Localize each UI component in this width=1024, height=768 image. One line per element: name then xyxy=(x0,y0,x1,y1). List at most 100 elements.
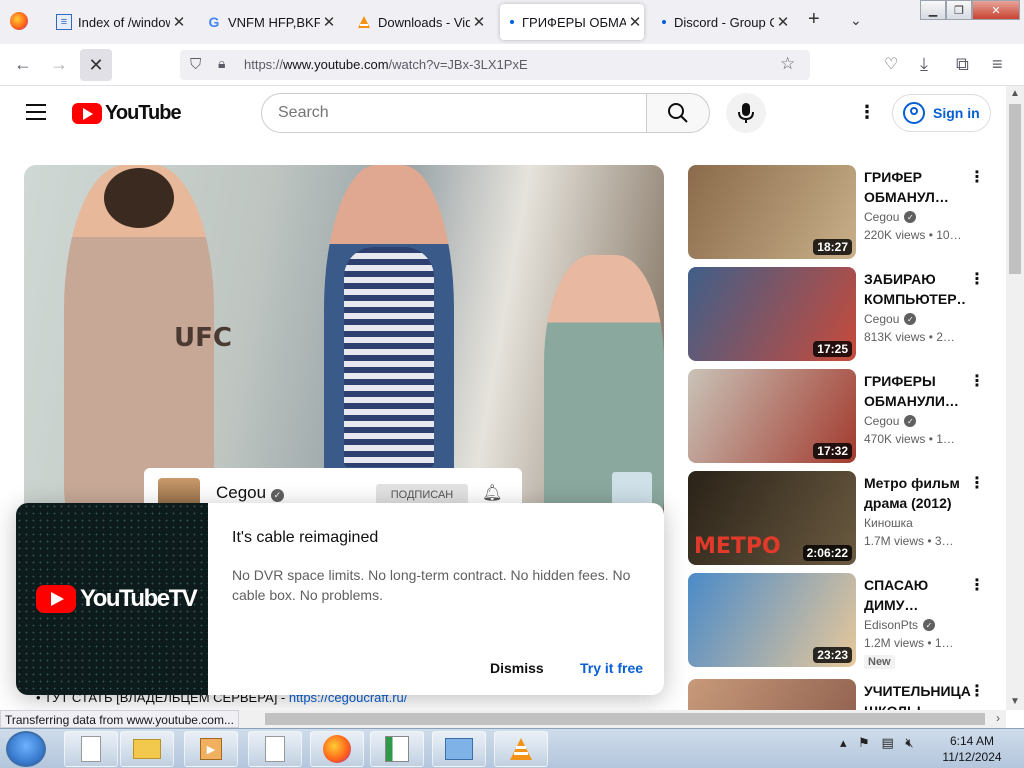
url-bar[interactable]: ⛉ 🔒︎ https://www.youtube.com/watch?v=JBx… xyxy=(180,50,810,80)
media-player-icon[interactable]: ▶ xyxy=(184,731,238,767)
tab-label: VNFM HFP,BKF ,В xyxy=(228,14,320,30)
tracking-shield-icon[interactable]: ⛉ xyxy=(190,56,201,73)
video-title[interactable]: УЧИТЕЛЬНИЦА ШКОЛЫ… xyxy=(864,681,974,710)
recommendation-item[interactable]: МЕТРО 2:06:22 Метро фильм драма (2012) К… xyxy=(688,471,1004,565)
firefox-icon[interactable] xyxy=(10,12,28,30)
lock-icon[interactable]: 🔒︎ xyxy=(218,55,225,72)
recommendation-item[interactable]: 17:32 ГРИФЕРЫ ОБМАНУЛИ… Cegou ✓ 470K view… xyxy=(688,369,1004,463)
downloads-icon[interactable]: ⤓ xyxy=(920,54,928,75)
channel-name[interactable]: Cegou ✓ xyxy=(864,210,917,224)
tab-youtube-active[interactable]: ГРИФЕРЫ ОБМА ✕ xyxy=(500,4,644,40)
tab-close-icon[interactable]: ✕ xyxy=(320,13,338,31)
close-window-icon[interactable]: ✕ xyxy=(972,0,1020,20)
taskbar-clock[interactable]: 6:14 AM 11/12/2024 xyxy=(940,733,1004,765)
network-icon[interactable]: ▤ xyxy=(881,735,897,750)
search-box[interactable] xyxy=(261,93,647,133)
notepad-icon[interactable] xyxy=(370,731,424,767)
scroll-up-icon[interactable]: ▲ xyxy=(1006,88,1024,99)
action-menu-icon[interactable]: ⋮ xyxy=(969,269,985,289)
recommendation-item[interactable]: УЧИТЕЛЬНИЦА ШКОЛЫ… ⋮ xyxy=(688,679,1004,710)
show-hidden-icons-icon[interactable]: ▴ xyxy=(840,735,851,750)
tab-label: Discord - Group C xyxy=(674,14,774,30)
channel-name[interactable]: EdisonPts ✓ xyxy=(864,618,936,632)
scroll-down-icon[interactable]: ▼ xyxy=(1006,696,1024,707)
dismiss-button[interactable]: Dismiss xyxy=(490,660,544,676)
recommendation-item[interactable]: 18:27 ГРИФЕР ОБМАНУЛ… Cegou ✓ 220K views … xyxy=(688,165,1004,259)
tab-index-of-window[interactable]: ≡ Index of /window ✕ xyxy=(48,4,188,40)
tab-google-search[interactable]: G VNFM HFP,BKF ,В ✕ xyxy=(198,4,338,40)
stop-loading-button[interactable]: ✕ xyxy=(80,49,112,81)
video-thumbnail[interactable] xyxy=(688,679,856,710)
video-thumbnail[interactable]: МЕТРО 2:06:22 xyxy=(688,471,856,565)
control-panel-icon[interactable] xyxy=(432,731,486,767)
sign-in-label: Sign in xyxy=(933,105,980,121)
tab-close-icon[interactable]: ✕ xyxy=(170,13,188,31)
stop-icon: ✕ xyxy=(88,54,104,75)
bookmark-star-icon[interactable]: ☆ xyxy=(780,54,795,74)
document-icon[interactable] xyxy=(64,731,118,767)
vertical-scrollbar[interactable]: ▲ ▼ xyxy=(1006,86,1024,710)
file-explorer-icon[interactable] xyxy=(120,731,174,767)
recommendation-item[interactable]: 17:25 ЗАБИРАЮ КОМПЬЮТЕР… Cegou ✓ 813K vie… xyxy=(688,267,1004,361)
shirt-text: UFC xyxy=(174,323,232,353)
document-icon: ≡ xyxy=(56,14,72,30)
action-menu-icon[interactable]: ⋮ xyxy=(969,371,985,391)
vlc-icon[interactable] xyxy=(494,731,548,767)
action-menu-icon[interactable]: ⋮ xyxy=(969,167,985,187)
restore-icon[interactable]: ❐ xyxy=(946,0,972,20)
video-title[interactable]: ЗАБИРАЮ КОМПЬЮТЕР… xyxy=(864,269,966,309)
promo-body: No DVR space limits. No long-term contra… xyxy=(232,567,631,603)
action-menu-icon[interactable]: ⋮ xyxy=(969,473,985,493)
search-input[interactable] xyxy=(278,104,618,122)
list-all-tabs-icon[interactable]: ⌄ xyxy=(850,12,862,29)
flag-icon[interactable]: ⚑ xyxy=(858,735,874,750)
channel-name[interactable]: Киношка xyxy=(864,516,913,530)
app-menu-icon[interactable]: ≡ xyxy=(992,54,1003,75)
video-thumbnail[interactable]: 17:25 xyxy=(688,267,856,361)
video-title[interactable]: ГРИФЕР ОБМАНУЛ… xyxy=(864,167,966,207)
duration-badge: 18:27 xyxy=(813,239,852,255)
channel-name[interactable]: Cegou ✓ xyxy=(864,312,917,326)
video-title[interactable]: СПАСАЮ ДИМУ… xyxy=(864,575,966,615)
youtube-logo[interactable]: YouTube xyxy=(72,102,182,125)
volume-muted-icon[interactable]: 🔇︎ xyxy=(905,735,917,750)
tab-close-icon[interactable]: ✕ xyxy=(626,13,644,31)
firefox-icon[interactable] xyxy=(310,731,364,767)
promo-title: It's cable reimagined xyxy=(232,529,379,546)
bell-icon[interactable]: 🔔︎ xyxy=(482,483,502,503)
sign-in-button[interactable]: Sign in xyxy=(892,94,991,132)
scroll-right-icon[interactable]: › xyxy=(996,711,1000,725)
tab-close-icon[interactable]: ✕ xyxy=(470,13,488,31)
forward-icon[interactable]: → xyxy=(50,54,68,75)
new-tab-icon[interactable]: + xyxy=(808,8,820,31)
back-icon[interactable]: ← xyxy=(14,54,32,75)
new-badge: New xyxy=(864,655,895,669)
video-thumbnail[interactable]: 18:27 xyxy=(688,165,856,259)
pocket-icon[interactable]: ♡ xyxy=(884,54,898,74)
video-title[interactable]: ГРИФЕРЫ ОБМАНУЛИ… xyxy=(864,371,966,411)
voice-search-button[interactable] xyxy=(726,93,766,133)
extensions-icon[interactable]: ⧉ xyxy=(956,54,969,75)
settings-more-icon[interactable]: ⋮ xyxy=(858,102,876,123)
start-button[interactable] xyxy=(6,731,46,767)
action-menu-icon[interactable]: ⋮ xyxy=(969,681,985,701)
document-icon[interactable] xyxy=(248,731,302,767)
tab-close-icon[interactable]: ✕ xyxy=(774,13,792,31)
minimize-icon[interactable]: ▁ xyxy=(920,0,946,20)
scrollbar-thumb[interactable] xyxy=(1009,104,1021,274)
channel-name[interactable]: Cegou ✓ xyxy=(864,414,917,428)
search-button[interactable] xyxy=(646,93,710,133)
tab-downloads[interactable]: Downloads - Vide ✕ xyxy=(348,4,488,40)
scrollbar-thumb[interactable] xyxy=(265,713,985,725)
try-it-free-button[interactable]: Try it free xyxy=(580,660,643,676)
video-thumbnail[interactable]: 17:32 xyxy=(688,369,856,463)
video-thumbnail[interactable]: 23:23 xyxy=(688,573,856,667)
action-menu-icon[interactable]: ⋮ xyxy=(969,575,985,595)
video-title[interactable]: Метро фильм драма (2012) xyxy=(864,473,966,513)
video-player[interactable]: UFC Cegou ✓ ПОДПИСАН 🔔︎ xyxy=(24,165,664,525)
duration-badge: 2:06:22 xyxy=(802,545,852,561)
recommendation-item[interactable]: 23:23 СПАСАЮ ДИМУ… EdisonPts ✓ 1.2M views… xyxy=(688,573,1004,669)
tab-discord[interactable]: Discord - Group C ✕ xyxy=(652,4,792,40)
url-text[interactable]: https://www.youtube.com/watch?v=JBx-3LX1… xyxy=(244,57,528,72)
guide-menu-icon[interactable] xyxy=(26,104,46,120)
